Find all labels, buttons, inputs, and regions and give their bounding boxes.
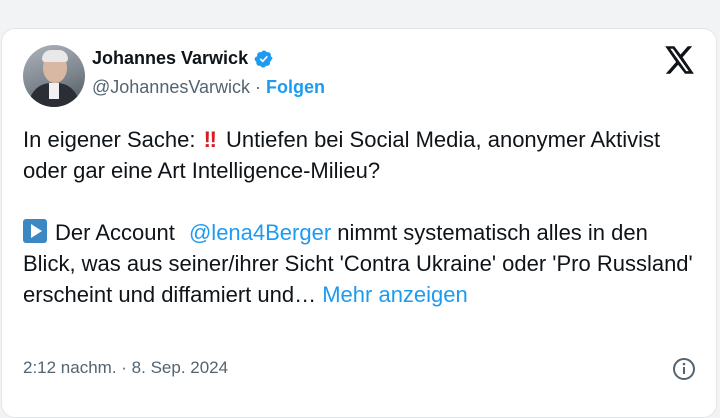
verified-badge-icon — [254, 49, 273, 68]
avatar[interactable] — [23, 45, 85, 107]
separator-dot: · — [255, 77, 262, 97]
text-prefix: Der Account — [55, 220, 175, 245]
tweet-paragraph-1: In eigener Sache: ‼ Untiefen bei Social … — [23, 124, 703, 186]
show-more-link[interactable]: Mehr anzeigen — [322, 282, 468, 307]
tweet-text: In eigener Sache: ‼ Untiefen bei Social … — [23, 124, 703, 310]
play-button-icon — [23, 219, 47, 243]
author-handle[interactable]: @JohannesVarwick — [92, 77, 250, 98]
text-prefix: In eigener Sache: — [23, 127, 196, 152]
timestamp[interactable]: 2:12 nachm. · 8. Sep. 2024 — [23, 358, 228, 378]
x-logo-icon[interactable] — [665, 46, 695, 74]
author-handle-row: @JohannesVarwick · Folgen — [92, 77, 325, 98]
mention-link[interactable]: @lena4Berger — [189, 220, 331, 245]
info-icon[interactable] — [672, 357, 696, 381]
tweet-paragraph-2: Der Account @lena4Berger nimmt systemati… — [23, 217, 703, 310]
double-exclamation-icon: ‼ — [203, 127, 217, 152]
author-name-row: Johannes Varwick — [92, 48, 274, 69]
author-name[interactable]: Johannes Varwick — [92, 48, 248, 69]
follow-button[interactable]: Folgen — [266, 77, 325, 98]
